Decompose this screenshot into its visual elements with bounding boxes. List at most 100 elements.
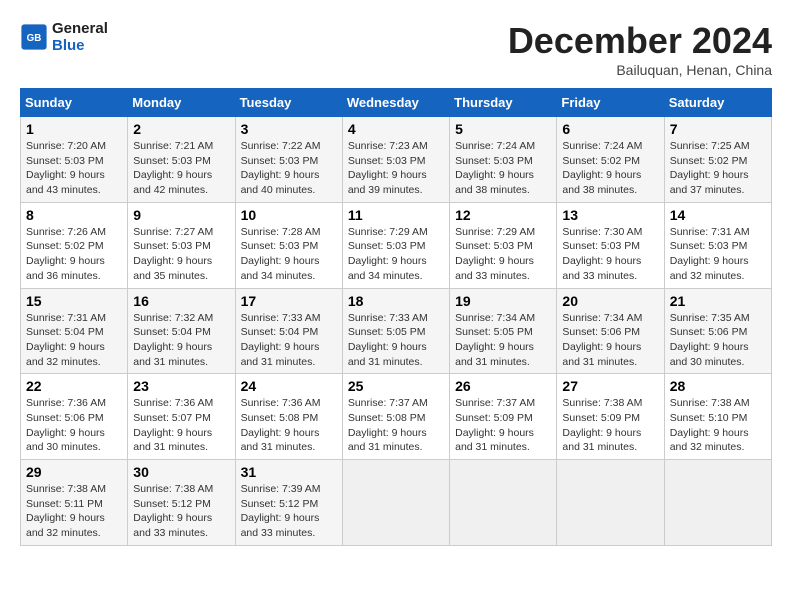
calendar-cell: 31 Sunrise: 7:39 AM Sunset: 5:12 PM Dayl… [235,460,342,546]
calendar-cell: 18 Sunrise: 7:33 AM Sunset: 5:05 PM Dayl… [342,288,449,374]
day-number: 11 [348,207,444,223]
svg-text:GB: GB [27,33,42,44]
logo-line2: Blue [52,37,108,54]
calendar-cell: 5 Sunrise: 7:24 AM Sunset: 5:03 PM Dayli… [450,117,557,203]
calendar-cell: 30 Sunrise: 7:38 AM Sunset: 5:12 PM Dayl… [128,460,235,546]
calendar-cell: 15 Sunrise: 7:31 AM Sunset: 5:04 PM Dayl… [21,288,128,374]
day-info: Sunrise: 7:39 AM Sunset: 5:12 PM Dayligh… [241,482,337,541]
calendar-cell: 28 Sunrise: 7:38 AM Sunset: 5:10 PM Dayl… [664,374,771,460]
day-info: Sunrise: 7:25 AM Sunset: 5:02 PM Dayligh… [670,139,766,198]
day-number: 5 [455,121,551,137]
day-info: Sunrise: 7:24 AM Sunset: 5:02 PM Dayligh… [562,139,658,198]
day-number: 30 [133,464,229,480]
logo: GB General Blue [20,20,108,54]
calendar-cell: 6 Sunrise: 7:24 AM Sunset: 5:02 PM Dayli… [557,117,664,203]
day-number: 31 [241,464,337,480]
day-info: Sunrise: 7:38 AM Sunset: 5:12 PM Dayligh… [133,482,229,541]
day-info: Sunrise: 7:35 AM Sunset: 5:06 PM Dayligh… [670,311,766,370]
day-number: 15 [26,293,122,309]
day-number: 3 [241,121,337,137]
day-number: 2 [133,121,229,137]
day-info: Sunrise: 7:36 AM Sunset: 5:08 PM Dayligh… [241,396,337,455]
day-info: Sunrise: 7:36 AM Sunset: 5:06 PM Dayligh… [26,396,122,455]
calendar-cell: 4 Sunrise: 7:23 AM Sunset: 5:03 PM Dayli… [342,117,449,203]
calendar-cell [557,460,664,546]
day-info: Sunrise: 7:27 AM Sunset: 5:03 PM Dayligh… [133,225,229,284]
day-number: 18 [348,293,444,309]
day-info: Sunrise: 7:34 AM Sunset: 5:06 PM Dayligh… [562,311,658,370]
calendar-cell: 25 Sunrise: 7:37 AM Sunset: 5:08 PM Dayl… [342,374,449,460]
day-number: 24 [241,378,337,394]
col-header-wednesday: Wednesday [342,89,449,117]
calendar-cell: 21 Sunrise: 7:35 AM Sunset: 5:06 PM Dayl… [664,288,771,374]
day-info: Sunrise: 7:26 AM Sunset: 5:02 PM Dayligh… [26,225,122,284]
calendar-cell [450,460,557,546]
col-header-tuesday: Tuesday [235,89,342,117]
day-number: 13 [562,207,658,223]
calendar-cell [664,460,771,546]
day-info: Sunrise: 7:36 AM Sunset: 5:07 PM Dayligh… [133,396,229,455]
day-info: Sunrise: 7:37 AM Sunset: 5:08 PM Dayligh… [348,396,444,455]
col-header-thursday: Thursday [450,89,557,117]
calendar-cell: 24 Sunrise: 7:36 AM Sunset: 5:08 PM Dayl… [235,374,342,460]
day-info: Sunrise: 7:38 AM Sunset: 5:11 PM Dayligh… [26,482,122,541]
calendar-cell: 13 Sunrise: 7:30 AM Sunset: 5:03 PM Dayl… [557,202,664,288]
day-info: Sunrise: 7:32 AM Sunset: 5:04 PM Dayligh… [133,311,229,370]
day-number: 29 [26,464,122,480]
day-number: 7 [670,121,766,137]
location-subtitle: Bailuquan, Henan, China [508,62,772,78]
day-info: Sunrise: 7:23 AM Sunset: 5:03 PM Dayligh… [348,139,444,198]
month-title: December 2024 [508,20,772,62]
day-number: 6 [562,121,658,137]
day-number: 25 [348,378,444,394]
calendar-cell: 11 Sunrise: 7:29 AM Sunset: 5:03 PM Dayl… [342,202,449,288]
calendar-cell: 19 Sunrise: 7:34 AM Sunset: 5:05 PM Dayl… [450,288,557,374]
calendar-cell: 26 Sunrise: 7:37 AM Sunset: 5:09 PM Dayl… [450,374,557,460]
day-number: 28 [670,378,766,394]
day-info: Sunrise: 7:33 AM Sunset: 5:05 PM Dayligh… [348,311,444,370]
calendar-cell: 9 Sunrise: 7:27 AM Sunset: 5:03 PM Dayli… [128,202,235,288]
day-info: Sunrise: 7:38 AM Sunset: 5:10 PM Dayligh… [670,396,766,455]
logo-line1: General [52,20,108,37]
day-info: Sunrise: 7:30 AM Sunset: 5:03 PM Dayligh… [562,225,658,284]
calendar-cell: 20 Sunrise: 7:34 AM Sunset: 5:06 PM Dayl… [557,288,664,374]
day-number: 27 [562,378,658,394]
logo-icon: GB [20,23,48,51]
day-info: Sunrise: 7:29 AM Sunset: 5:03 PM Dayligh… [348,225,444,284]
day-number: 9 [133,207,229,223]
day-info: Sunrise: 7:34 AM Sunset: 5:05 PM Dayligh… [455,311,551,370]
day-info: Sunrise: 7:29 AM Sunset: 5:03 PM Dayligh… [455,225,551,284]
day-number: 20 [562,293,658,309]
day-number: 17 [241,293,337,309]
calendar-cell: 2 Sunrise: 7:21 AM Sunset: 5:03 PM Dayli… [128,117,235,203]
day-info: Sunrise: 7:38 AM Sunset: 5:09 PM Dayligh… [562,396,658,455]
col-header-saturday: Saturday [664,89,771,117]
day-number: 19 [455,293,551,309]
calendar-cell: 8 Sunrise: 7:26 AM Sunset: 5:02 PM Dayli… [21,202,128,288]
calendar-cell: 14 Sunrise: 7:31 AM Sunset: 5:03 PM Dayl… [664,202,771,288]
calendar-cell: 3 Sunrise: 7:22 AM Sunset: 5:03 PM Dayli… [235,117,342,203]
day-info: Sunrise: 7:24 AM Sunset: 5:03 PM Dayligh… [455,139,551,198]
day-info: Sunrise: 7:28 AM Sunset: 5:03 PM Dayligh… [241,225,337,284]
page-header: GB General Blue December 2024 Bailuquan,… [20,20,772,78]
title-block: December 2024 Bailuquan, Henan, China [508,20,772,78]
calendar-cell: 29 Sunrise: 7:38 AM Sunset: 5:11 PM Dayl… [21,460,128,546]
day-number: 12 [455,207,551,223]
col-header-monday: Monday [128,89,235,117]
day-number: 4 [348,121,444,137]
calendar-table: SundayMondayTuesdayWednesdayThursdayFrid… [20,88,772,546]
day-number: 10 [241,207,337,223]
calendar-cell: 22 Sunrise: 7:36 AM Sunset: 5:06 PM Dayl… [21,374,128,460]
day-info: Sunrise: 7:33 AM Sunset: 5:04 PM Dayligh… [241,311,337,370]
calendar-cell: 7 Sunrise: 7:25 AM Sunset: 5:02 PM Dayli… [664,117,771,203]
day-number: 22 [26,378,122,394]
calendar-cell: 1 Sunrise: 7:20 AM Sunset: 5:03 PM Dayli… [21,117,128,203]
day-info: Sunrise: 7:31 AM Sunset: 5:04 PM Dayligh… [26,311,122,370]
calendar-cell: 27 Sunrise: 7:38 AM Sunset: 5:09 PM Dayl… [557,374,664,460]
day-number: 8 [26,207,122,223]
day-info: Sunrise: 7:21 AM Sunset: 5:03 PM Dayligh… [133,139,229,198]
day-number: 16 [133,293,229,309]
day-info: Sunrise: 7:37 AM Sunset: 5:09 PM Dayligh… [455,396,551,455]
col-header-sunday: Sunday [21,89,128,117]
calendar-cell: 10 Sunrise: 7:28 AM Sunset: 5:03 PM Dayl… [235,202,342,288]
